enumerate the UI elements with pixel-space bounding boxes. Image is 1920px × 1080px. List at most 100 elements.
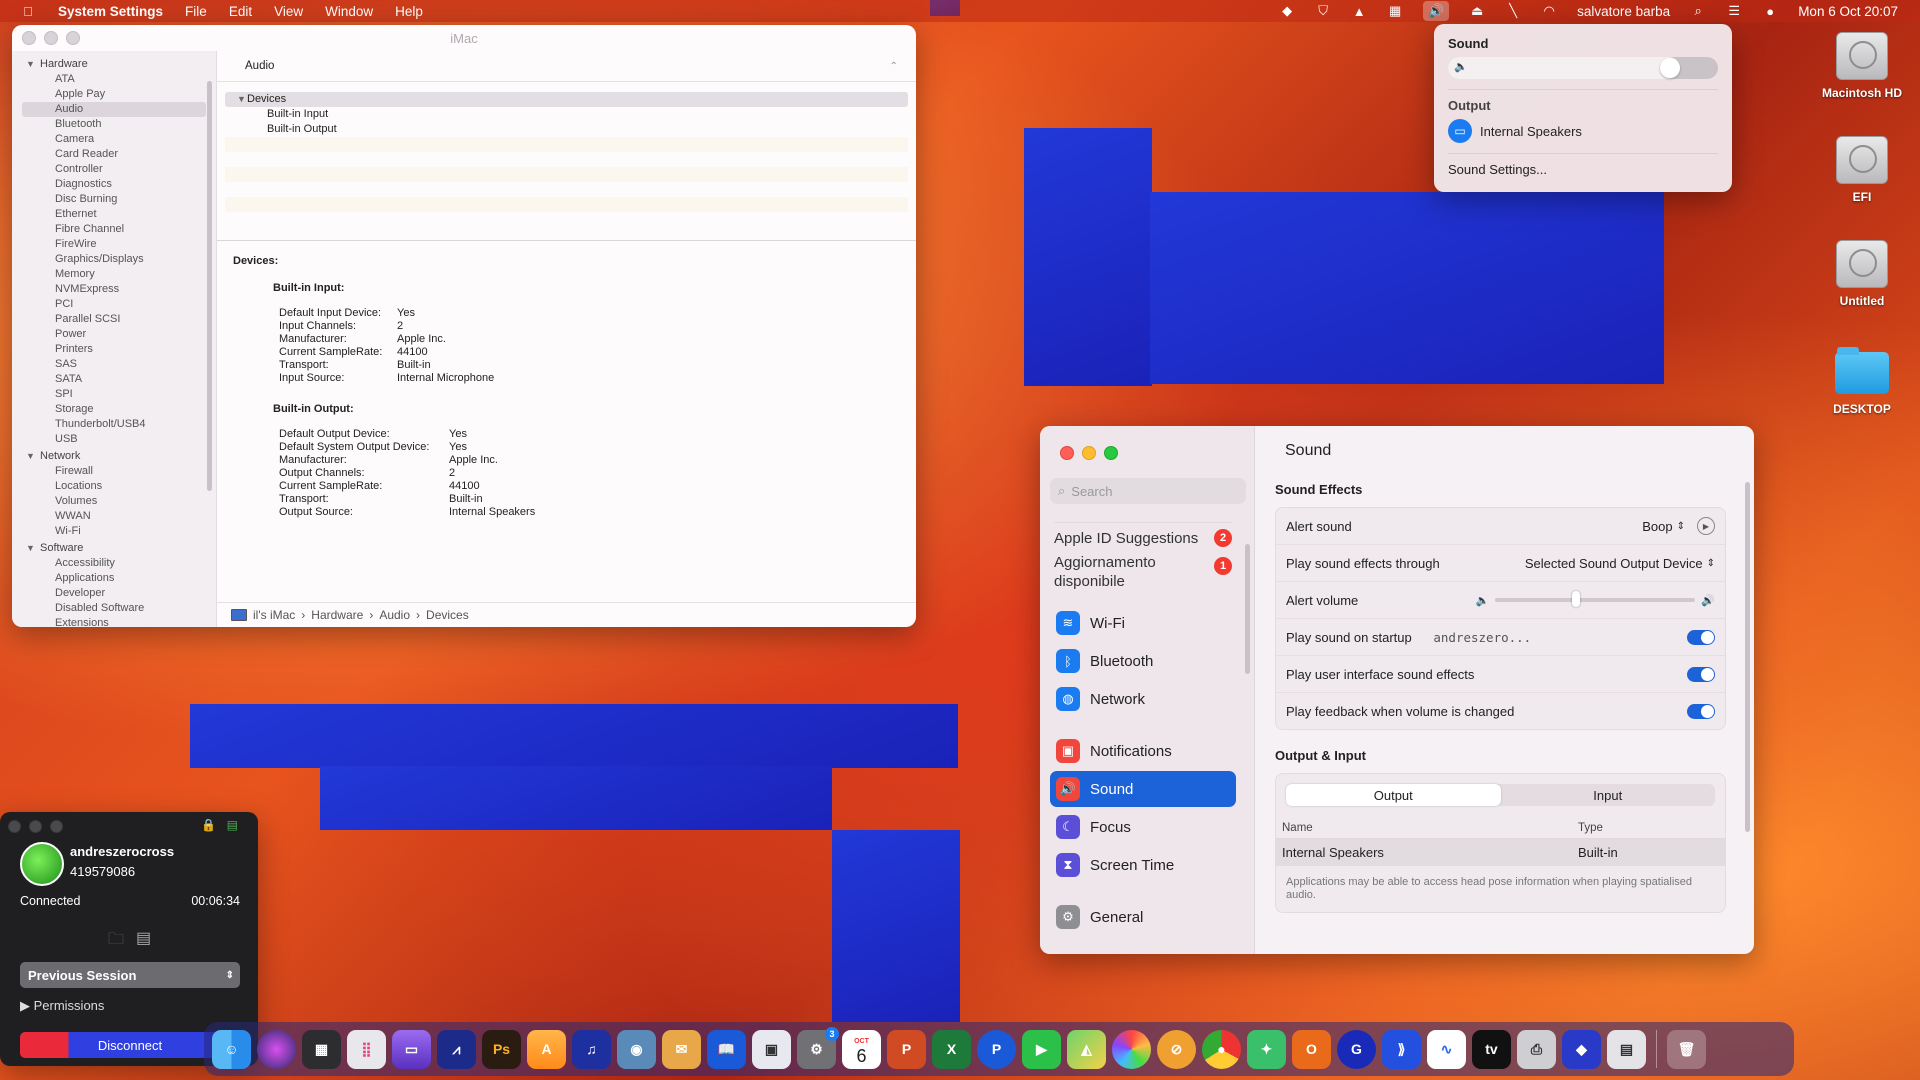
minimize-button[interactable]: [1082, 446, 1096, 460]
tree-item[interactable]: FireWire: [12, 237, 216, 252]
main-scrollbar[interactable]: [1745, 482, 1750, 832]
desktop-disk-macintosh-hd[interactable]: Macintosh HD: [1812, 32, 1912, 100]
siri-icon[interactable]: ●: [1762, 4, 1778, 19]
system-settings-icon[interactable]: ⚙ 3: [797, 1026, 839, 1069]
tree-item[interactable]: Disabled Software: [12, 601, 216, 616]
tree-item[interactable]: ATA: [12, 72, 216, 87]
tree-item[interactable]: SATA: [12, 372, 216, 387]
tree-item[interactable]: Parallel SCSI: [12, 312, 216, 327]
play-icon[interactable]: ▶: [1697, 517, 1715, 535]
menu-help[interactable]: Help: [395, 4, 423, 19]
tree-item[interactable]: Wi-Fi: [12, 524, 216, 539]
powerpoint-icon[interactable]: P: [887, 1029, 926, 1069]
tree-item[interactable]: Volumes: [12, 494, 216, 509]
message-icon[interactable]: ▤: [136, 928, 151, 948]
path-item[interactable]: Audio: [379, 608, 410, 622]
preview-icon[interactable]: ▣: [752, 1029, 791, 1069]
tree-item[interactable]: SAS: [12, 357, 216, 372]
books-icon[interactable]: 📖: [707, 1029, 746, 1069]
tree-item[interactable]: Accessibility: [12, 556, 216, 571]
tree-item[interactable]: Printers: [12, 342, 216, 357]
previous-session-select[interactable]: Previous Session ⇕: [20, 962, 240, 988]
teamviewer-icon[interactable]: ⟫: [1382, 1029, 1421, 1069]
tree-item[interactable]: Locations: [12, 479, 216, 494]
path-item[interactable]: Devices: [426, 608, 469, 622]
tree-item[interactable]: Bluetooth: [12, 117, 216, 132]
mail-icon[interactable]: ✉: [662, 1029, 701, 1069]
tree-item[interactable]: Audio: [22, 102, 206, 117]
tab-output[interactable]: Output: [1286, 784, 1501, 806]
path-item[interactable]: il's iMac: [253, 608, 295, 622]
eject-icon[interactable]: ⏏: [1469, 3, 1485, 18]
tree-item[interactable]: Graphics/Displays: [12, 252, 216, 267]
sidebar-scrollbar[interactable]: [207, 81, 212, 491]
apple-tv-icon[interactable]: tv: [1472, 1029, 1511, 1069]
outlook-icon[interactable]: O: [1292, 1029, 1331, 1069]
music-icon[interactable]: ♫: [572, 1029, 611, 1069]
apple-id-suggestions[interactable]: Apple ID Suggestions 2: [1050, 529, 1236, 547]
tree-item[interactable]: Extensions: [12, 616, 216, 627]
desktop-disk-untitled[interactable]: Untitled: [1812, 240, 1912, 308]
photoshop-icon[interactable]: Ps: [482, 1029, 521, 1069]
sidebar-scrollbar[interactable]: [1245, 544, 1250, 674]
trash-icon[interactable]: 🗑: [1667, 1029, 1706, 1069]
permissions-disclosure[interactable]: ▶ Permissions: [20, 998, 104, 1014]
zoom-button[interactable]: [50, 820, 63, 833]
sidebar-item-wi-fi[interactable]: ≋ Wi-Fi: [1050, 605, 1236, 641]
android-studio-icon[interactable]: ✦: [1247, 1029, 1286, 1069]
tree-item[interactable]: Applications: [12, 571, 216, 586]
sound-settings-link[interactable]: Sound Settings...: [1448, 162, 1718, 177]
close-button[interactable]: [1060, 446, 1074, 460]
sidebar-item-bluetooth[interactable]: ᛒ Bluetooth: [1050, 643, 1236, 679]
column-name[interactable]: Name: [1282, 822, 1578, 834]
alert-volume-slider[interactable]: [1495, 591, 1696, 607]
update-available[interactable]: Aggiornamento disponibile 1: [1050, 553, 1236, 591]
app-store-icon[interactable]: A: [527, 1029, 566, 1069]
safari-icon[interactable]: ⊘: [1157, 1029, 1196, 1069]
contacts-icon[interactable]: ◉: [617, 1029, 656, 1069]
finder-icon[interactable]: ☺: [212, 1029, 251, 1069]
tree-item[interactable]: SPI: [12, 387, 216, 402]
excel-icon[interactable]: X: [932, 1029, 971, 1069]
calendar-icon[interactable]: OCT 6: [842, 1029, 881, 1069]
keynote-icon[interactable]: ▭: [392, 1029, 431, 1069]
alert-volume-knob[interactable]: [1572, 591, 1581, 607]
tree-item[interactable]: Thunderbolt/USB4: [12, 417, 216, 432]
shield-icon[interactable]: ⛉: [1315, 3, 1331, 18]
tree-item[interactable]: WWAN: [12, 509, 216, 524]
menu-window[interactable]: Window: [325, 4, 373, 19]
sidebar-item-sound[interactable]: 🔊 Sound: [1050, 771, 1236, 807]
activity-monitor-icon[interactable]: ▦: [1387, 3, 1403, 18]
alert-sound-select[interactable]: Boop: [1642, 519, 1672, 534]
sidebar-item-focus[interactable]: ☾ Focus: [1050, 809, 1236, 845]
tab-input[interactable]: Input: [1501, 784, 1716, 806]
tree-item[interactable]: Camera: [12, 132, 216, 147]
tree-item[interactable]: Card Reader: [12, 147, 216, 162]
sidebar-item-screen-time[interactable]: ⧗ Screen Time: [1050, 847, 1236, 883]
column-type[interactable]: Type: [1578, 822, 1603, 834]
play-through-select[interactable]: Selected Sound Output Device: [1525, 556, 1703, 571]
tree-item[interactable]: Developer: [12, 586, 216, 601]
pages-icon[interactable]: P: [977, 1029, 1016, 1069]
search-input[interactable]: ⌕ Search: [1050, 478, 1246, 504]
ui-sounds-toggle[interactable]: [1687, 666, 1715, 682]
tree-item[interactable]: Memory: [12, 267, 216, 282]
tree-item[interactable]: Disc Burning: [12, 192, 216, 207]
tree-item[interactable]: NVMExpress: [12, 282, 216, 297]
notification-icon[interactable]: ▲: [1351, 4, 1367, 19]
tree-item[interactable]: Ethernet: [12, 207, 216, 222]
mission-control-icon[interactable]: ▦: [302, 1029, 341, 1069]
volume-feedback-toggle[interactable]: [1687, 703, 1715, 719]
scanner-icon[interactable]: ▤: [1607, 1029, 1646, 1069]
tree-item[interactable]: Controller: [12, 162, 216, 177]
tree-category-hardware[interactable]: ▼ Hardware: [12, 55, 216, 72]
apple-logo-icon[interactable]: : [20, 4, 36, 19]
launchpad-icon[interactable]: ⣿: [347, 1029, 386, 1069]
volume-icon[interactable]: 🔊: [1423, 1, 1450, 21]
siri-icon[interactable]: [257, 1029, 296, 1069]
table-row[interactable]: Internal Speakers Built-in: [1276, 839, 1725, 866]
wifi-icon[interactable]: ◠: [1541, 3, 1557, 18]
volume-slider[interactable]: 🔈: [1448, 57, 1718, 79]
menu-file[interactable]: File: [185, 4, 207, 19]
freeform-icon[interactable]: ∿: [1427, 1029, 1466, 1069]
